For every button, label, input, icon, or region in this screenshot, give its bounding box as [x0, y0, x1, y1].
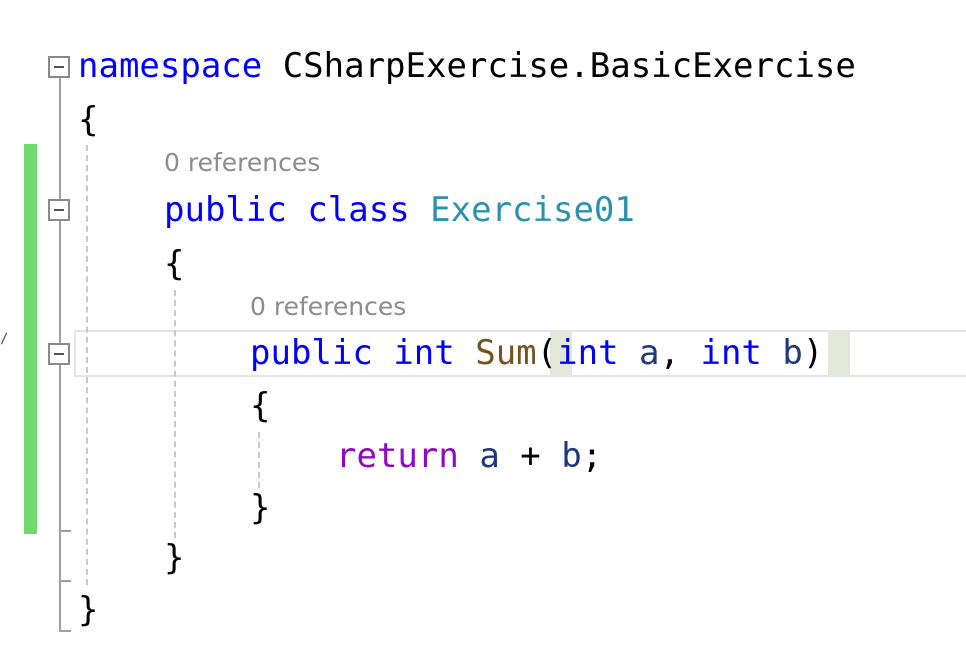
- outline-end-namespace: [59, 630, 71, 632]
- collapse-class-icon[interactable]: [48, 199, 70, 221]
- code-token-keyword: class: [307, 190, 410, 230]
- code-token-type: Exercise01: [430, 190, 635, 230]
- code-token-keyword: int: [557, 333, 619, 373]
- code-line-1[interactable]: namespace CSharpExercise.BasicExercise: [78, 46, 856, 86]
- code-token-keyword: int: [700, 333, 762, 373]
- code-token-plain: CSharpExercise.BasicExercise: [262, 46, 856, 86]
- code-token-plain: +: [499, 436, 562, 476]
- code-token-param: a: [639, 333, 660, 373]
- code-token-plain: {: [164, 244, 185, 284]
- code-token-keyword: namespace: [78, 46, 263, 86]
- indent-guide-namespace: [86, 145, 88, 585]
- indent-guide-class: [174, 290, 176, 538]
- code-token-plain: (: [536, 333, 558, 373]
- code-token-method: Sum: [475, 333, 537, 373]
- indent-guide-method: [258, 432, 260, 488]
- pointer-mark-icon: ∕: [0, 331, 9, 347]
- code-line-5[interactable]: public int Sum(int a, int b): [250, 333, 823, 373]
- code-token-param: b: [782, 333, 803, 373]
- code-line-10[interactable]: }: [78, 590, 98, 630]
- code-line-9[interactable]: }: [164, 538, 184, 578]
- code-line-3[interactable]: public class Exercise01: [164, 190, 635, 230]
- code-token-keyword: public: [250, 333, 373, 373]
- code-token-plain: ;: [581, 436, 603, 476]
- outline-end-method: [59, 530, 71, 532]
- code-token-plain: ,: [659, 333, 701, 373]
- code-token-plain: }: [78, 590, 99, 630]
- collapse-method-icon[interactable]: [48, 343, 70, 365]
- collapse-namespace-icon[interactable]: [48, 56, 70, 78]
- code-line-4[interactable]: {: [164, 244, 184, 284]
- codelens-references-class[interactable]: 0 references: [164, 148, 320, 178]
- code-token-plain: {: [78, 100, 99, 140]
- change-tracking-bar: [24, 144, 37, 534]
- code-line-8[interactable]: }: [250, 488, 270, 528]
- outline-end-class: [59, 580, 71, 582]
- code-token-param: b: [561, 436, 582, 476]
- code-token-keyword: public: [164, 190, 287, 230]
- code-editor[interactable]: ∕ 0 references 0 references namespace CS…: [0, 0, 966, 658]
- code-token-plain: }: [250, 488, 271, 528]
- code-line-2[interactable]: {: [78, 100, 98, 140]
- codelens-references-method[interactable]: 0 references: [250, 292, 406, 322]
- code-token-plain: }: [164, 538, 185, 578]
- code-token-plain: ): [802, 333, 824, 373]
- brace-match-highlight-close: [828, 331, 850, 376]
- code-token-plain: {: [250, 386, 271, 426]
- code-token-param: a: [479, 436, 500, 476]
- code-line-7[interactable]: return a + b;: [336, 436, 602, 476]
- code-token-control: return: [336, 436, 459, 476]
- code-line-6[interactable]: {: [250, 386, 270, 426]
- code-token-keyword: int: [393, 333, 455, 373]
